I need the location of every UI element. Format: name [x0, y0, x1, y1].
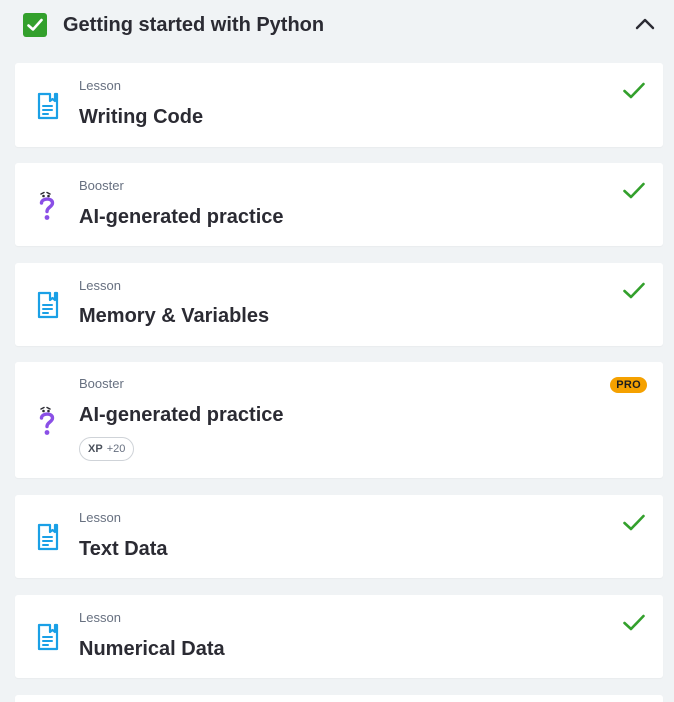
item-title: Numerical Data: [79, 638, 225, 660]
item-title: Writing Code: [79, 106, 204, 128]
chevron-up-icon[interactable]: [634, 15, 656, 33]
section-header[interactable]: Getting started with Python: [0, 0, 674, 52]
item-kind: Booster: [79, 376, 124, 391]
item-title: AI-generated practice: [79, 404, 284, 426]
lesson-document-icon: [37, 291, 59, 319]
completed-check-icon: [623, 82, 645, 99]
question-mark-icon: [39, 191, 55, 220]
item-kind: Lesson: [79, 510, 121, 525]
item-kind: Lesson: [79, 278, 121, 293]
pro-badge: PRO: [610, 377, 647, 393]
completed-check-icon: [623, 182, 645, 199]
completed-check-icon: [623, 614, 645, 631]
lesson-card[interactable]: Lesson Numerical Data: [15, 595, 663, 678]
completed-check-icon: [623, 514, 645, 531]
section-title: Getting started with Python: [63, 14, 325, 36]
booster-card-pro[interactable]: Booster AI-generated practice XP +20 PRO: [15, 362, 663, 478]
item-title: AI-generated practice: [79, 206, 284, 228]
item-kind: Lesson: [79, 78, 121, 93]
completed-check-icon: [623, 282, 645, 299]
checkmark-icon: [27, 18, 43, 31]
item-title: Memory & Variables: [79, 305, 270, 327]
xp-label: XP: [88, 443, 103, 455]
xp-reward-pill: XP +20: [79, 437, 135, 461]
lesson-card[interactable]: Lesson Memory & Variables: [15, 263, 663, 346]
lesson-card[interactable]: Lesson Writing Code: [15, 63, 663, 147]
item-kind: Lesson: [79, 610, 121, 625]
lesson-document-icon: [37, 623, 59, 651]
lesson-document-icon: [37, 92, 59, 120]
booster-card[interactable]: Booster AI-generated practice: [15, 163, 663, 246]
item-kind: Booster: [79, 178, 124, 193]
lesson-card[interactable]: Lesson Text Data: [15, 495, 663, 578]
lesson-card-partial[interactable]: [15, 695, 663, 702]
section-complete-checkbox: [23, 13, 47, 37]
lesson-document-icon: [37, 523, 59, 551]
course-section: Getting started with Python Lesson Writi…: [0, 0, 674, 702]
xp-value: +20: [106, 443, 126, 455]
item-title: Text Data: [79, 538, 168, 560]
question-mark-icon: [39, 406, 55, 435]
